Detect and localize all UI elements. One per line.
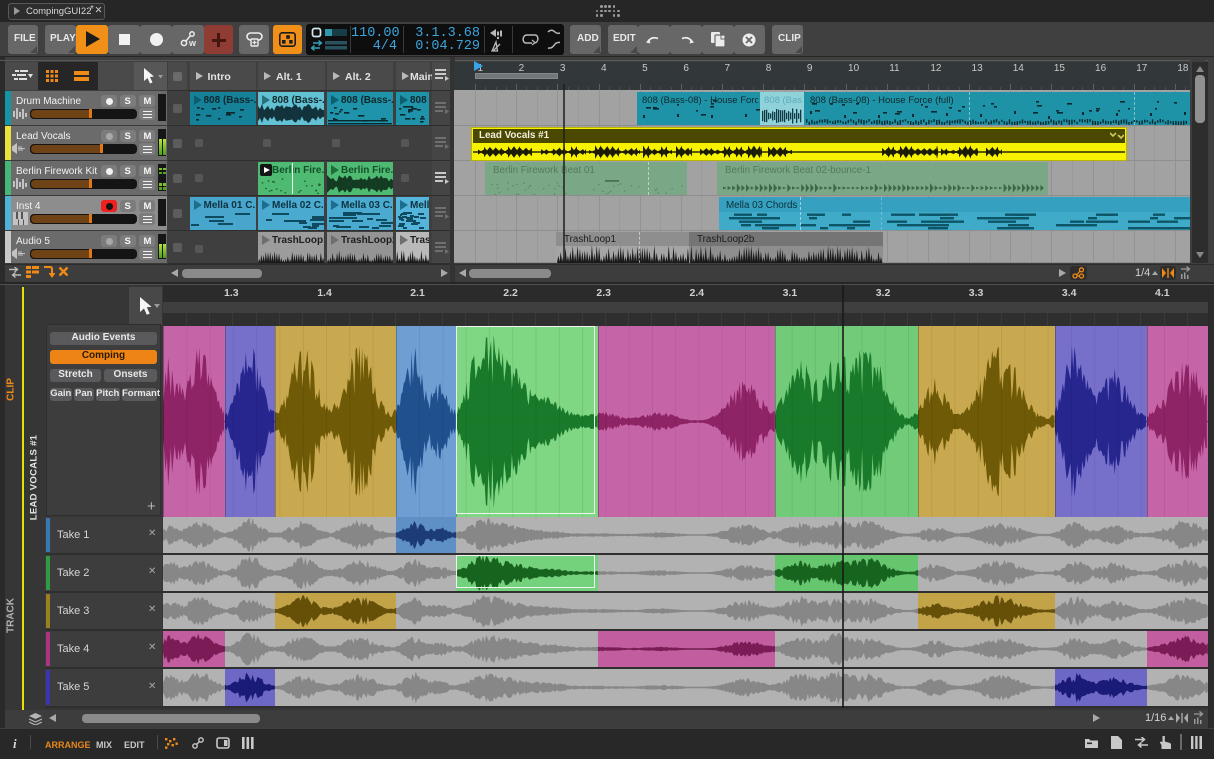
svg-text:w: w [188,38,197,48]
